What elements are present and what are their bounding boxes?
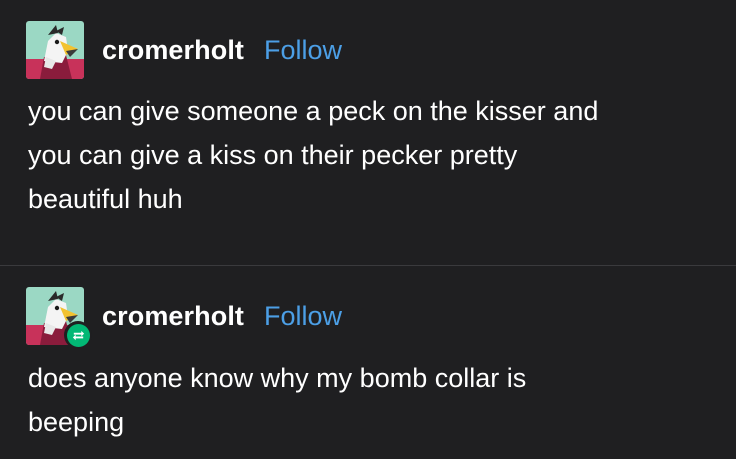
post-divider <box>0 265 736 266</box>
reblog-icon <box>72 330 84 340</box>
reblog-badge <box>64 321 92 349</box>
post-header: cromerholt Follow <box>26 286 342 349</box>
follow-button[interactable]: Follow <box>264 35 342 66</box>
post-text-line: beeping <box>28 407 125 437</box>
username[interactable]: cromerholt <box>102 35 244 66</box>
post-body: does anyone know why my bomb collar is b… <box>28 356 718 444</box>
username[interactable]: cromerholt <box>102 301 244 332</box>
post-text-line: does anyone know why my bomb collar is <box>28 363 527 393</box>
post-body: you can give someone a peck on the kisse… <box>28 89 718 221</box>
avatar[interactable] <box>26 21 84 79</box>
post-text-line: you can give someone a peck on the kisse… <box>28 96 599 126</box>
bird-avatar-icon <box>26 21 84 79</box>
follow-button[interactable]: Follow <box>264 301 342 332</box>
post: cromerholt Follow does anyone know why m… <box>0 267 736 459</box>
post: cromerholt Follow you can give someone a… <box>0 0 736 266</box>
post-text-line: you can give a kiss on their pecker pret… <box>28 140 518 170</box>
avatar[interactable] <box>26 287 92 349</box>
post-header: cromerholt Follow <box>26 20 342 80</box>
post-text-line: beautiful huh <box>28 184 183 214</box>
